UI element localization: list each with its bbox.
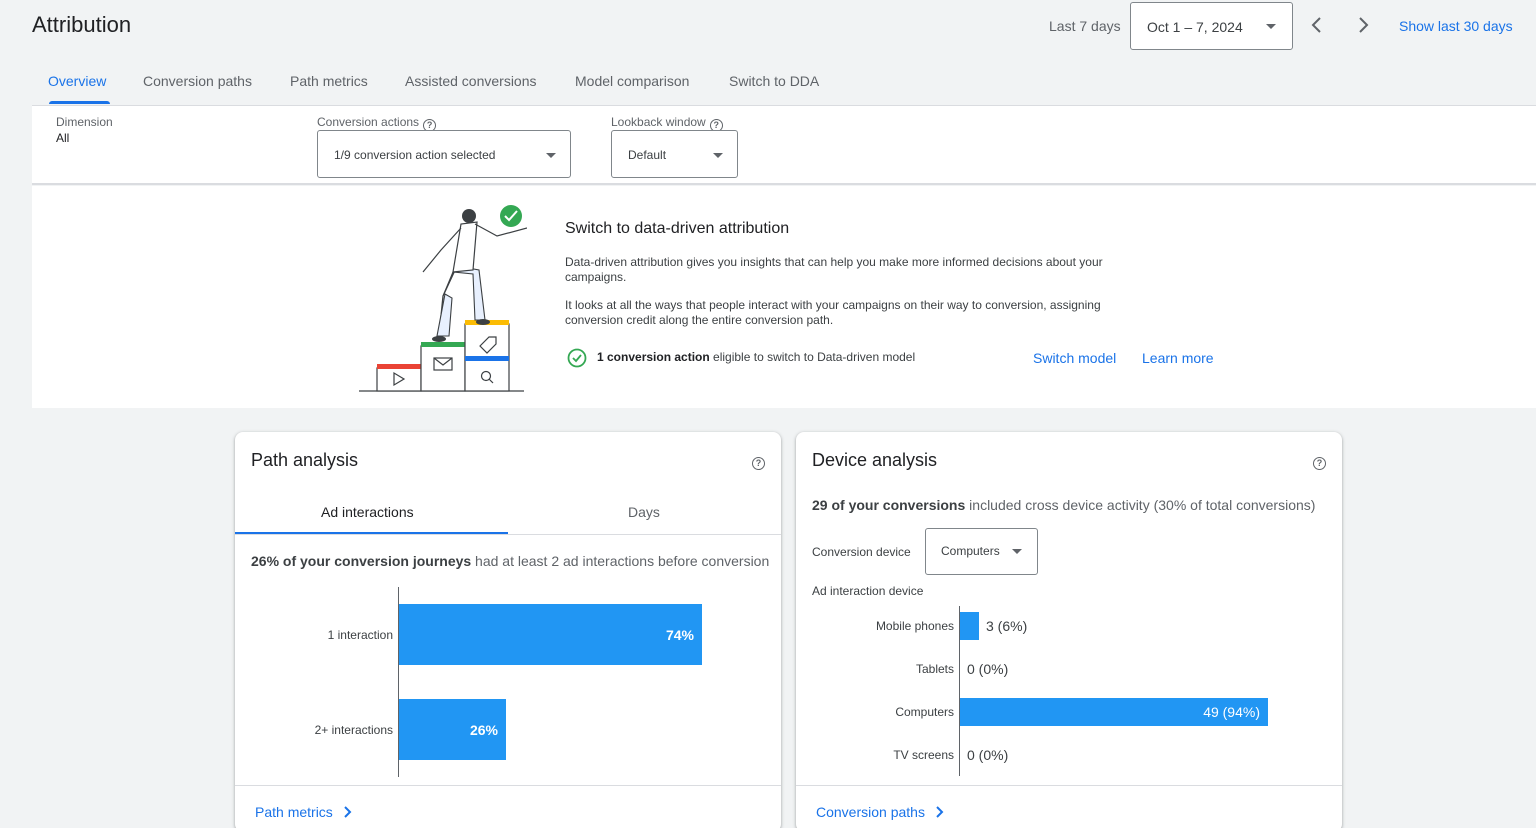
lookback-window-value: Default (628, 148, 667, 162)
path-metrics-link[interactable]: Path metrics (255, 804, 353, 820)
chevron-right-icon (343, 806, 352, 818)
tab-assisted-conversions[interactable]: Assisted conversions (405, 73, 537, 89)
conversion-paths-link-text: Conversion paths (816, 804, 925, 820)
banner-description-2: It looks at all the ways that people int… (565, 298, 1101, 327)
learn-more-link[interactable]: Learn more (1142, 350, 1214, 366)
bar-value-label: 0 (0%) (967, 661, 1009, 677)
dimension-label: Dimension (56, 115, 113, 129)
banner-title: Switch to data-driven attribution (565, 220, 790, 237)
card-help: ? (752, 451, 765, 470)
dropdown-caret-icon (1266, 24, 1276, 29)
conversion-device-value: Computers (941, 544, 1000, 558)
lookback-window-select[interactable]: Default (611, 130, 738, 178)
category-label: Tablets (915, 662, 954, 676)
bar-value-label: 49 (94%) (1203, 704, 1260, 720)
device-summary-rest: included cross device activity (30% of t… (965, 497, 1316, 513)
eligibility-rest: eligible to switch to Data-driven model (709, 350, 916, 364)
conversion-device-label: Conversion device (812, 545, 911, 559)
show-last-30-days-link[interactable]: Show last 30 days (1399, 18, 1513, 34)
conversion-paths-link[interactable]: Conversion paths (816, 804, 945, 820)
path-summary: 26% of your conversion journeys had at l… (251, 553, 769, 569)
dimension-value[interactable]: All (56, 131, 69, 145)
active-tab-indicator (49, 101, 110, 104)
active-tab-indicator (235, 532, 508, 534)
bar-value-label: 26% (469, 721, 498, 738)
dropdown-caret-icon (546, 153, 556, 158)
tab-overview[interactable]: Overview (48, 73, 106, 89)
chevron-left-icon[interactable] (1307, 14, 1327, 36)
banner-description-1: Data-driven attribution gives you insigh… (565, 255, 1103, 284)
dropdown-caret-icon (1012, 549, 1022, 554)
card-title: Path analysis (251, 450, 359, 470)
category-label: 2+ interactions (314, 722, 393, 737)
climbing-person-illustration (359, 205, 527, 392)
card-title: Device analysis (812, 450, 938, 470)
device-analysis-card: Device analysis ? 29 of your conversions… (796, 432, 1342, 828)
conversion-actions-label-text: Conversion actions (317, 115, 420, 129)
conversion-device-select[interactable]: Computers (925, 528, 1038, 575)
dropdown-caret-icon (713, 153, 723, 158)
switch-model-link[interactable]: Switch model (1033, 350, 1116, 366)
device-summary: 29 of your conversions included cross de… (812, 497, 1315, 513)
page-title: Attribution (32, 12, 132, 37)
date-range-select[interactable]: Oct 1 – 7, 2024 (1130, 2, 1293, 50)
category-label: Computers (895, 705, 954, 719)
ad-interaction-device-label: Ad interaction device (812, 584, 924, 598)
bar-value-label: 74% (665, 626, 694, 643)
path-metrics-link-text: Path metrics (255, 804, 333, 820)
path-summary-rest: had at least 2 ad interactions before co… (471, 553, 770, 569)
eligibility-count: 1 conversion action (597, 350, 710, 364)
card-help: ? (1313, 451, 1326, 470)
bar-value-label: 3 (6%) (986, 618, 1028, 634)
conversion-actions-value: 1/9 conversion action selected (334, 148, 496, 162)
card-footer: Path metrics (235, 785, 781, 828)
top-bar: Attribution Last 7 days Oct 1 – 7, 2024 … (0, 0, 1536, 105)
path-bar-chart: 1 interaction 74% 2+ interactions 26% (235, 587, 781, 777)
tab-days[interactable]: Days (628, 504, 660, 520)
tab-divider (235, 534, 781, 535)
dda-banner: Switch to data-driven attribution Data-d… (32, 186, 1536, 408)
help-icon[interactable]: ? (1313, 457, 1326, 470)
help-icon[interactable]: ? (752, 457, 765, 470)
date-range-label: Last 7 days (1049, 18, 1121, 34)
date-range-value: Oct 1 – 7, 2024 (1147, 19, 1243, 35)
tab-conversion-paths[interactable]: Conversion paths (143, 73, 252, 89)
category-label: Mobile phones (875, 619, 954, 633)
filter-bar: Dimension All Conversion actions? 1/9 co… (32, 105, 1536, 185)
chevron-right-icon (936, 806, 944, 818)
path-summary-bold: 26% of your conversion journeys (251, 553, 472, 569)
conversion-actions-select[interactable]: 1/9 conversion action selected (317, 130, 571, 178)
chevron-right-icon[interactable] (1353, 14, 1373, 36)
path-analysis-card: Path analysis ? Ad interactions Days 26%… (235, 432, 781, 828)
category-label: 1 interaction (327, 627, 393, 642)
device-summary-bold: 29 of your conversions (812, 497, 966, 513)
tab-ad-interactions[interactable]: Ad interactions (321, 504, 414, 520)
check-circle-icon (567, 348, 587, 368)
tab-switch-to-dda[interactable]: Switch to DDA (729, 73, 819, 89)
lookback-window-label-text: Lookback window (611, 115, 706, 129)
tab-path-metrics[interactable]: Path metrics (290, 73, 368, 89)
card-footer: Conversion paths (796, 785, 1342, 828)
device-bar-chart: Mobile phones 3 (6%) Tablets 0 (0%) Computer… (796, 606, 1342, 776)
category-label: TV screens (893, 748, 954, 762)
tab-model-comparison[interactable]: Model comparison (575, 73, 689, 89)
eligibility-text: 1 conversion action eligible to switch t… (597, 350, 915, 364)
bar-value-label: 0 (0%) (967, 747, 1009, 763)
bar (960, 612, 979, 640)
